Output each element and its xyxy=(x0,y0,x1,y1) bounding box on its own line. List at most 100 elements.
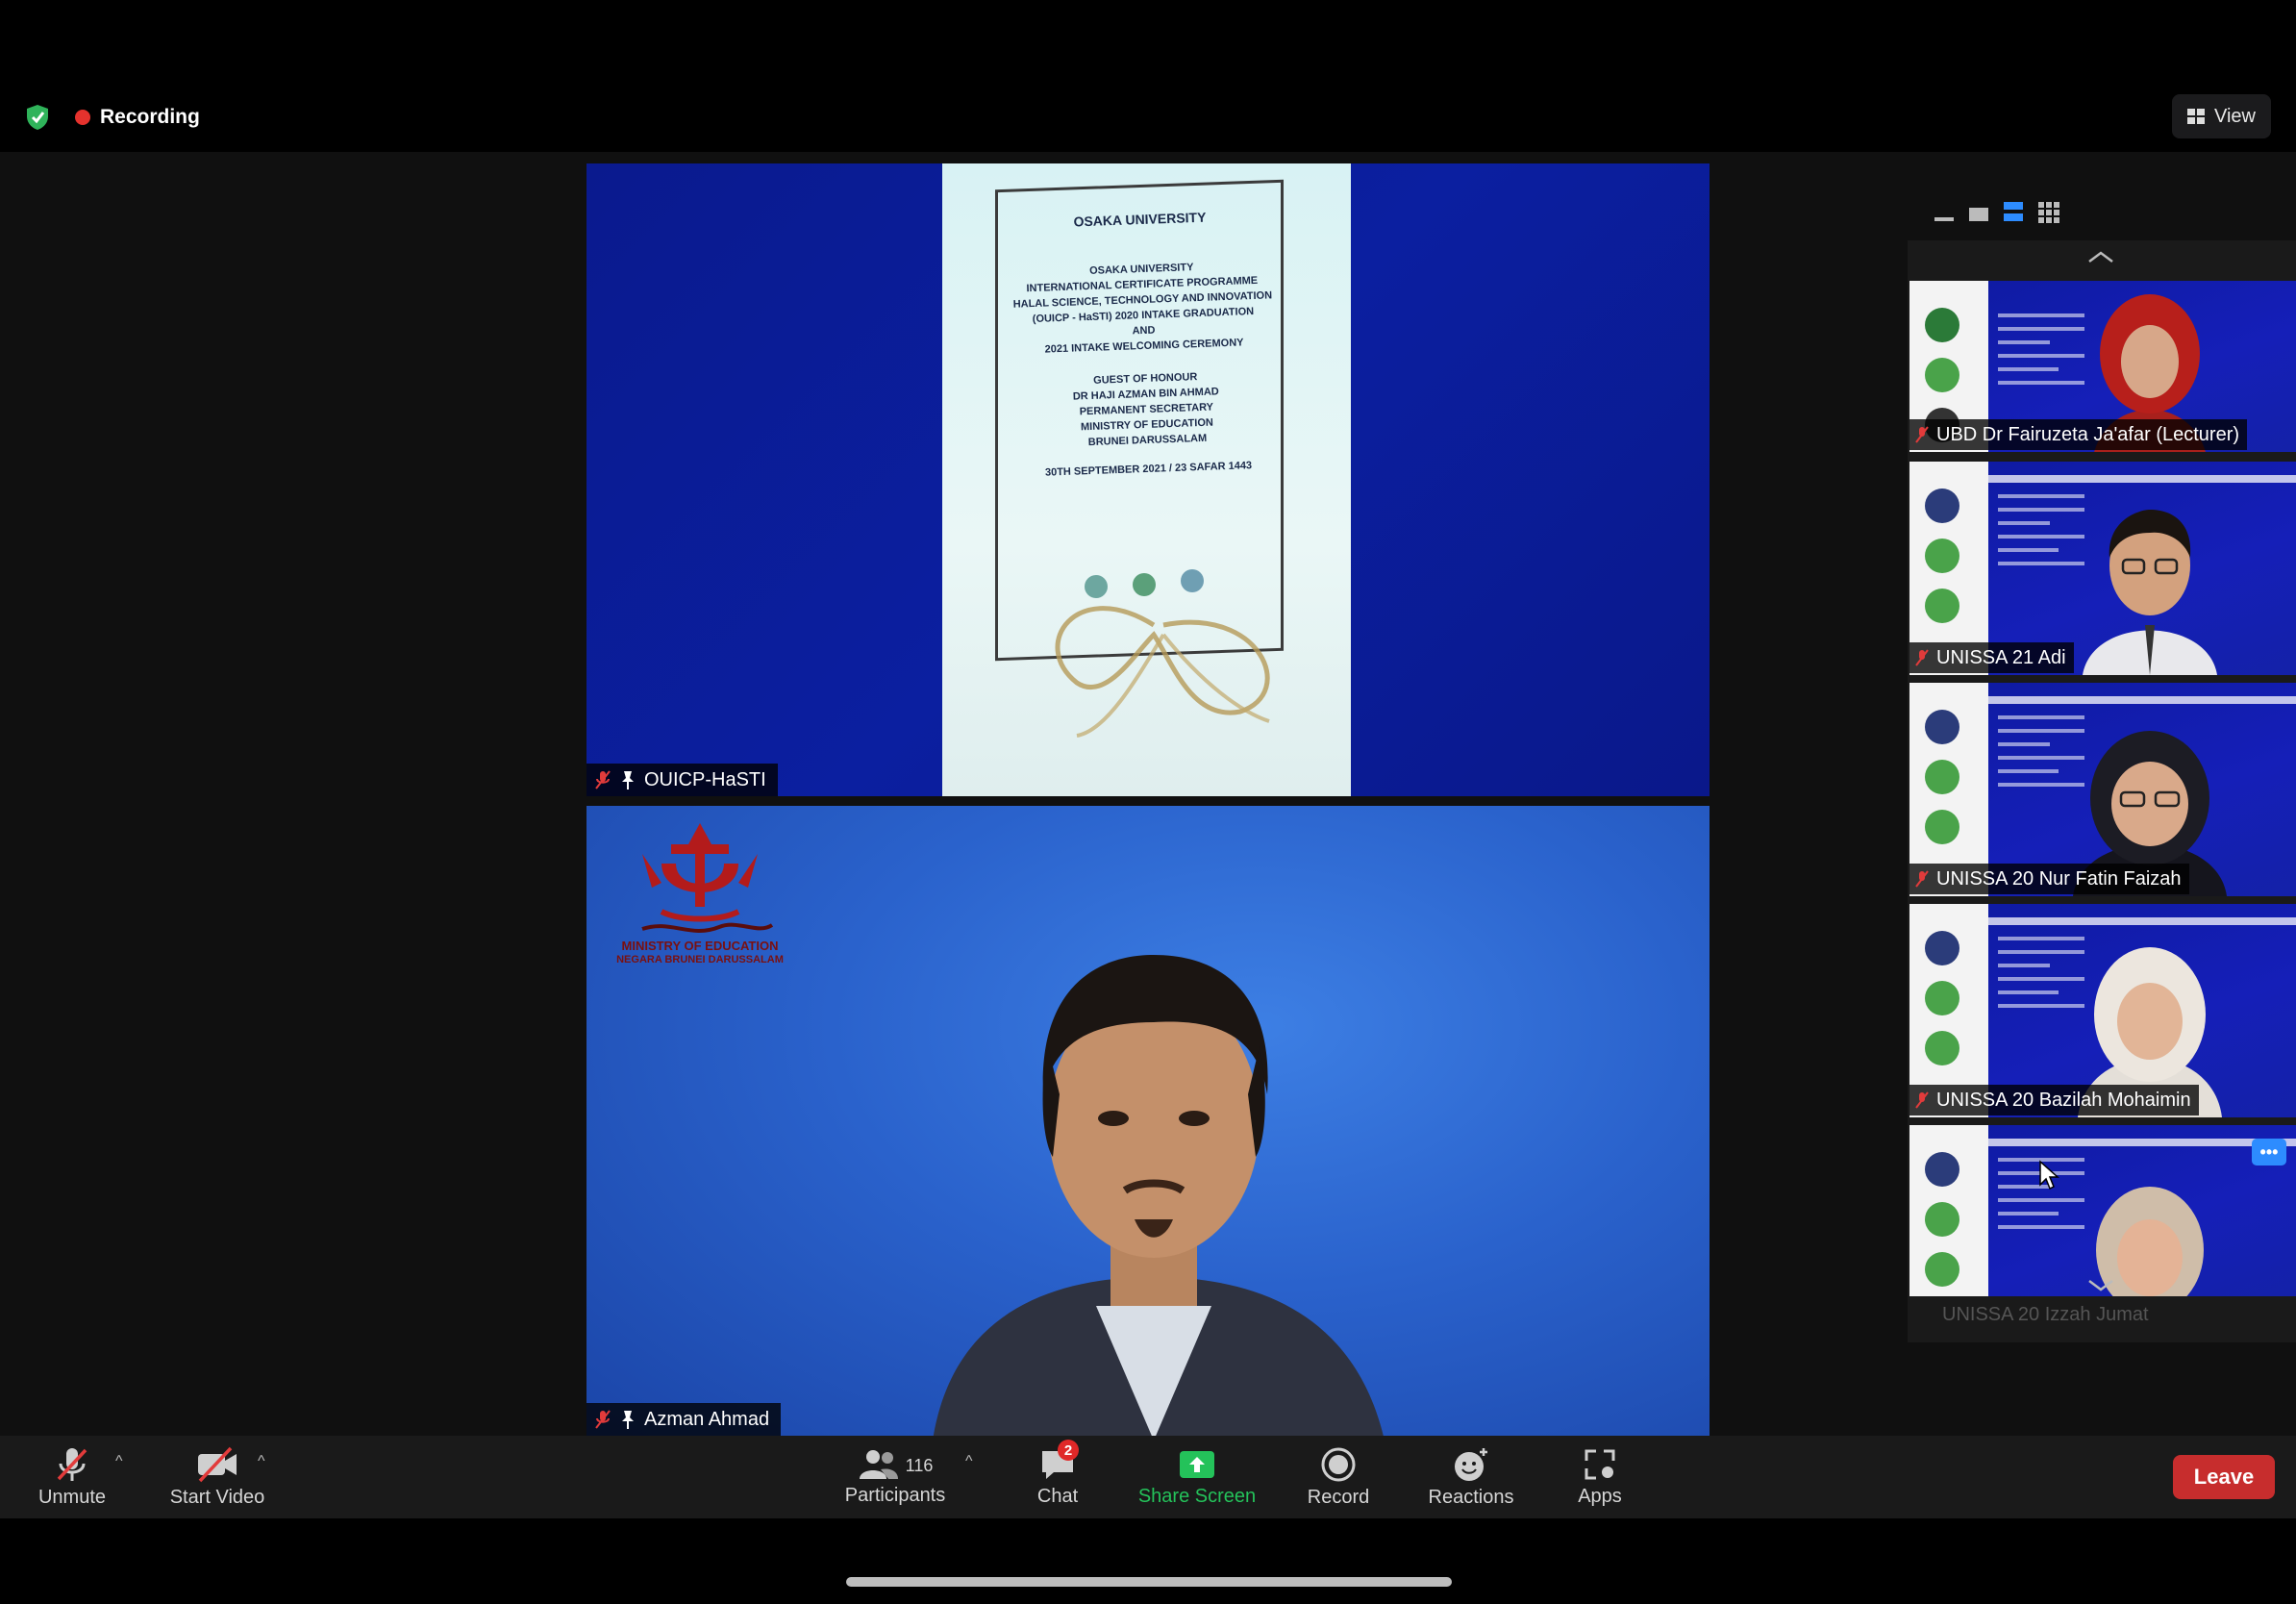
more-options-button[interactable]: ••• xyxy=(2252,1139,2286,1165)
share-screen-icon xyxy=(1180,1450,1214,1478)
participant-name-tag: OUICP-HaSTI xyxy=(586,764,778,796)
participant-video-icon xyxy=(2096,1187,2204,1296)
mic-muted-icon xyxy=(1915,426,1929,443)
seal-icon xyxy=(1925,1152,1959,1187)
recording-label: Recording xyxy=(100,106,200,128)
plaque-text: OSAKA UNIVERSITY OSAKA UNIVERSITY INTERN… xyxy=(1005,207,1283,482)
seal-icon xyxy=(1925,358,1959,392)
seal-icon xyxy=(1925,710,1959,744)
thumbnail-name: UBD Dr Fairuzeta Ja'afar (Lecturer) xyxy=(1936,423,2240,445)
seal-icon xyxy=(1925,1202,1959,1237)
video-tile-azman-ahmad[interactable]: MINISTRY OF EDUCATION NEGARA BRUNEI DARU… xyxy=(586,806,1710,1436)
seal-icon xyxy=(1925,1252,1959,1287)
participant-name: Azman Ahmad xyxy=(644,1408,770,1430)
unmute-label: Unmute xyxy=(37,1486,107,1508)
thumb-slide-banner xyxy=(1988,696,2296,704)
seal-icon xyxy=(1925,308,1959,342)
participants-button[interactable]: 116 Participants xyxy=(833,1436,958,1518)
record-label: Record xyxy=(1307,1486,1370,1508)
video-off-icon xyxy=(198,1446,237,1482)
layout-switcher xyxy=(1934,202,2059,223)
thumbnail-tile[interactable]: UNISSA 21 Adi xyxy=(1909,462,2296,675)
reactions-button[interactable]: Reactions xyxy=(1413,1436,1529,1518)
thumbnail-name: UNISSA 20 Nur Fatin Faizah xyxy=(1936,867,2182,890)
shield-check-icon[interactable] xyxy=(25,104,50,131)
thumb-slide-banner xyxy=(1988,917,2296,925)
record-button[interactable]: Record xyxy=(1298,1436,1379,1518)
seal-icon xyxy=(1925,760,1959,794)
start-video-label: Start Video xyxy=(169,1486,265,1508)
participant-name: OUICP-HaSTI xyxy=(644,768,766,790)
participants-icon-row: 116 xyxy=(858,1448,934,1485)
layout-strip-icon[interactable] xyxy=(2004,202,2023,221)
pin-icon xyxy=(622,1411,634,1429)
share-screen-label: Share Screen xyxy=(1137,1485,1257,1507)
video-options-caret[interactable]: ^ xyxy=(258,1453,265,1470)
mic-muted-icon xyxy=(1915,649,1929,666)
thumbnail-name: UNISSA 21 Adi xyxy=(1936,646,2066,668)
thumbnail-tile[interactable]: UNISSA 20 Nur Fatin Faizah xyxy=(1909,683,2296,896)
thumbnail-name-tag: UNISSA 21 Adi xyxy=(1909,642,2074,673)
thumbnail-name-partial: UNISSA 20 Izzah Jumat xyxy=(1942,1304,2149,1325)
mic-muted-icon xyxy=(595,1410,611,1429)
participant-name-tag: Azman Ahmad xyxy=(586,1403,782,1436)
chevron-down-icon[interactable] xyxy=(2086,1279,2115,1292)
speaker-video-icon xyxy=(933,955,1384,1436)
layout-single-icon[interactable] xyxy=(1969,208,1988,221)
chevron-up-icon[interactable] xyxy=(2086,250,2115,263)
chat-button[interactable]: 2 Chat xyxy=(1019,1436,1096,1518)
participant-video-icon xyxy=(2083,510,2217,675)
thumbnail-name-tag: UNISSA 20 Bazilah Mohaimin xyxy=(1909,1085,2199,1115)
seal-icon xyxy=(1925,931,1959,965)
grid-view-icon xyxy=(2187,109,2205,124)
record-icon xyxy=(1321,1447,1356,1481)
audio-options-caret[interactable]: ^ xyxy=(115,1453,123,1470)
share-screen-button[interactable]: Share Screen xyxy=(1125,1436,1269,1518)
view-label: View xyxy=(2214,105,2256,127)
mic-muted-icon xyxy=(1915,1091,1929,1109)
mouse-cursor-icon xyxy=(2039,1160,2059,1190)
chat-label: Chat xyxy=(1036,1485,1079,1507)
recording-dot-icon xyxy=(75,110,90,125)
seal-icon xyxy=(1925,539,1959,573)
moe-logo-line1: MINISTRY OF EDUCATION xyxy=(621,939,779,953)
people-icon xyxy=(859,1449,898,1479)
thumbnail-tile[interactable]: ••• xyxy=(1909,1125,2296,1296)
participants-options-caret[interactable]: ^ xyxy=(965,1453,973,1470)
start-video-button[interactable]: Start Video xyxy=(160,1436,275,1518)
seal-icon xyxy=(1925,589,1959,623)
thumbnail-tile[interactable]: UBD Dr Fairuzeta Ja'afar (Lecturer) xyxy=(1909,281,2296,452)
thumbnail-tile[interactable]: UNISSA 20 Bazilah Mohaimin xyxy=(1909,904,2296,1117)
recording-indicator[interactable]: Recording xyxy=(75,104,200,131)
video-tile-ouicp-hasti[interactable]: OSAKA UNIVERSITY OSAKA UNIVERSITY INTERN… xyxy=(586,163,1710,796)
apps-button[interactable]: Apps xyxy=(1561,1436,1638,1518)
thumbnail-name-tag: UNISSA 20 Nur Fatin Faizah xyxy=(1909,864,2189,894)
unmute-button[interactable]: Unmute xyxy=(29,1436,115,1518)
view-button[interactable]: View xyxy=(2172,94,2271,138)
thumbnail-strip[interactable]: UBD Dr Fairuzeta Ja'afar (Lecturer) UNIS… xyxy=(1908,240,2296,1342)
pin-icon xyxy=(622,771,634,789)
mic-muted-icon xyxy=(1915,870,1929,888)
plaque-image: OSAKA UNIVERSITY OSAKA UNIVERSITY INTERN… xyxy=(942,163,1351,796)
seal-icon xyxy=(1925,981,1959,1015)
meeting-top-bar: Recording View xyxy=(0,83,2296,152)
layout-grid-icon[interactable] xyxy=(2038,202,2059,223)
chat-badge: 2 xyxy=(1058,1440,1079,1461)
thumb-slide-banner xyxy=(1988,475,2296,483)
apps-icon xyxy=(1585,1449,1615,1479)
ribbon-bow-icon xyxy=(1055,569,1270,738)
emoji-plus-icon xyxy=(1455,1447,1487,1481)
participants-label: Participants xyxy=(844,1484,946,1506)
apps-label: Apps xyxy=(1578,1485,1622,1507)
seal-icon xyxy=(1925,489,1959,523)
thumbnail-name-tag: UBD Dr Fairuzeta Ja'afar (Lecturer) xyxy=(1909,419,2248,450)
reactions-label: Reactions xyxy=(1428,1486,1514,1508)
mic-muted-icon xyxy=(595,770,611,789)
seal-icon xyxy=(1925,1031,1959,1065)
participants-count: 116 xyxy=(905,1456,934,1475)
home-indicator[interactable] xyxy=(846,1577,1452,1587)
thumbnail-panel: UBD Dr Fairuzeta Ja'afar (Lecturer) UNIS… xyxy=(1908,192,2296,1346)
moe-logo-line2: NEGARA BRUNEI DARUSSALAM xyxy=(616,954,784,965)
layout-minimize-icon[interactable] xyxy=(1934,217,1954,221)
leave-button[interactable]: Leave xyxy=(2173,1455,2275,1499)
